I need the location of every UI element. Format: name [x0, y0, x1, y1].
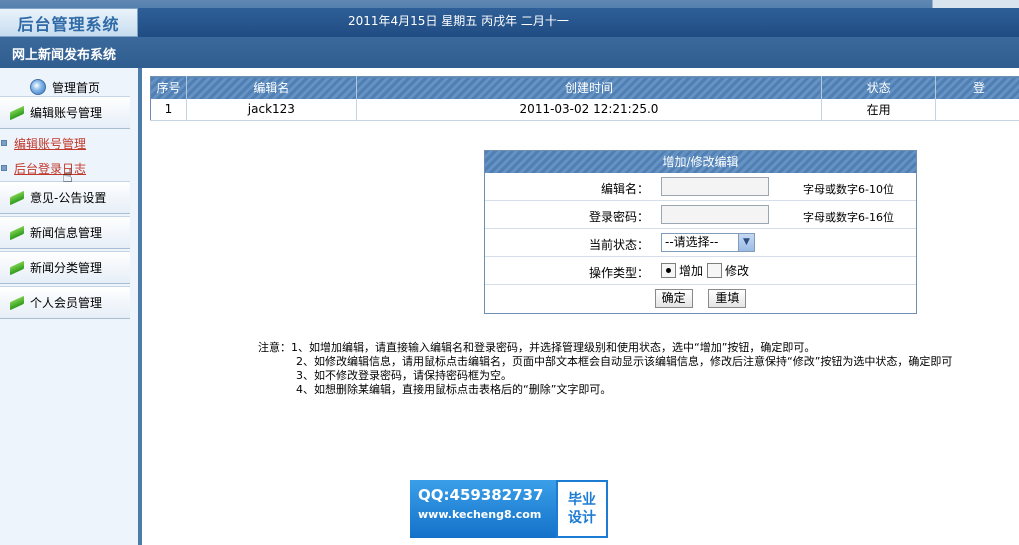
sidebar-item-editor-accounts[interactable]: 编辑账号管理 [0, 96, 130, 129]
sidebar-home-label: 管理首页 [51, 80, 100, 95]
sidebar-subitem-label[interactable]: 编辑账号管理 [14, 135, 86, 152]
sidebar-home[interactable]: 管理首页 [0, 76, 130, 98]
watermark-label-bottom: 设计 [568, 510, 596, 526]
col-header-created-time: 创建时间 [356, 76, 823, 99]
form-row-editor-name: 编辑名： 字母或数字6-10位 [485, 173, 916, 201]
green-arrow-icon [10, 297, 28, 309]
radio-add-label: 增加 [679, 264, 704, 278]
col-header-index: 序号 [150, 76, 187, 99]
confirm-button[interactable]: 确定 [654, 289, 693, 308]
hand-cursor-icon: ☝ [62, 166, 73, 187]
editor-form: 增加/修改编辑 编辑名： 字母或数字6-10位 登录密码： 字母或数字6-16位… [484, 150, 917, 314]
status-select[interactable]: --请选择-- ▼ [661, 233, 755, 252]
main-content: 序号 编辑名 创建时间 状态 登 1 jack123 2011-03-02 12… [146, 68, 1019, 545]
date-strip [128, 8, 1019, 37]
green-arrow-icon [10, 227, 28, 239]
sidebar: 管理首页 编辑账号管理 编辑账号管理 后台登录日志 意见-公告设置 新闻信息管理… [0, 68, 142, 545]
cell-created-time: 2011-03-02 12:21:25.0 [356, 98, 823, 121]
status-select-value: --请选择-- [665, 235, 719, 249]
table-row: 1 jack123 2011-03-02 12:21:25.0 在用 [150, 98, 1019, 121]
form-buttons: 确定 重填 [485, 285, 916, 313]
form-row-operation: 操作类型： 增加 修改 [485, 257, 916, 285]
password-input[interactable] [661, 205, 769, 224]
watermark-label: 毕业 设计 [556, 480, 608, 538]
editor-table: 序号 编辑名 创建时间 状态 登 1 jack123 2011-03-02 12… [150, 76, 1019, 121]
radio-modify[interactable] [707, 263, 723, 278]
radio-modify-label: 修改 [725, 264, 750, 278]
sidebar-item-members[interactable]: 个人会员管理 [0, 286, 130, 319]
bullet-icon [1, 165, 7, 171]
note-line: 2、如修改编辑信息，请用鼠标点击编辑名，页面中部文本框会自动显示该编辑信息，修改… [296, 355, 953, 368]
green-arrow-icon [10, 192, 28, 204]
operation-label: 操作类型： [588, 266, 649, 280]
radio-add[interactable] [661, 263, 676, 278]
operation-radio-group: 增加 修改 [661, 262, 753, 279]
note-line: 4、如想删除某编辑，直接用鼠标点击表格后的“删除”文字即可。 [296, 383, 612, 396]
app-title: 网上新闻发布系统 [12, 48, 117, 63]
header-date: 2011年4月15日 星期五 丙戌年 二月十一 [348, 14, 569, 28]
sidebar-item-label: 新闻信息管理 [30, 226, 103, 240]
editor-name-input[interactable] [661, 177, 769, 196]
sidebar-subitem-label[interactable]: 后台登录日志 [14, 160, 86, 177]
sidebar-item-label: 意见-公告设置 [30, 191, 107, 205]
form-row-password: 登录密码： 字母或数字6-16位 [485, 201, 916, 229]
sidebar-subitem-editor-accounts[interactable]: 编辑账号管理 [0, 134, 86, 152]
sidebar-item-news-info[interactable]: 新闻信息管理 [0, 216, 130, 249]
editor-name-label: 编辑名： [600, 182, 649, 196]
cell-editor-name[interactable]: jack123 [186, 98, 357, 121]
sidebar-subitem-login-log[interactable]: 后台登录日志 [0, 159, 86, 177]
form-title: 增加/修改编辑 [485, 151, 916, 173]
top-right-bar [932, 0, 1019, 8]
editor-name-hint: 字母或数字6-10位 [803, 183, 894, 196]
password-label: 登录密码： [588, 210, 649, 224]
sidebar-item-label: 新闻分类管理 [30, 261, 103, 275]
sidebar-item-label: 编辑账号管理 [30, 106, 103, 120]
chevron-down-icon[interactable]: ▼ [738, 234, 754, 251]
cell-login [935, 98, 1019, 121]
status-label: 当前状态： [588, 238, 649, 252]
green-arrow-icon [10, 107, 28, 119]
watermark-qq: QQ:459382737 [418, 486, 544, 504]
watermark-contact: QQ:459382737 www.kecheng8.com [410, 480, 556, 538]
sidebar-item-label: 个人会员管理 [30, 296, 103, 310]
watermark-label-top: 毕业 [568, 492, 596, 508]
reset-button[interactable]: 重填 [708, 289, 747, 308]
cell-index: 1 [150, 98, 187, 121]
form-row-status: 当前状态： --请选择-- ▼ [485, 229, 916, 257]
watermark-site: www.kecheng8.com [418, 508, 542, 521]
globe-icon [29, 79, 46, 95]
cell-status: 在用 [821, 98, 937, 121]
bullet-icon [1, 140, 7, 146]
instructions: 注意：1、如增加编辑，请直接输入编辑名和登录密码，并选择管理级别和使用状态，选中… [258, 341, 952, 397]
green-arrow-icon [10, 262, 28, 274]
sidebar-item-news-category[interactable]: 新闻分类管理 [0, 251, 130, 284]
note-line: 3、如不修改登录密码，请保持密码框为空。 [296, 369, 512, 382]
col-header-login: 登 [935, 76, 1019, 99]
top-header: 2011年4月15日 星期五 丙戌年 二月十一 后台管理系统 网上新闻发布系统 [0, 0, 1019, 68]
logo: 后台管理系统 [0, 8, 138, 37]
logo-text: 后台管理系统 [17, 14, 120, 34]
col-header-status: 状态 [821, 76, 937, 99]
note-line: 注意：1、如增加编辑，请直接输入编辑名和登录密码，并选择管理级别和使用状态，选中… [258, 341, 816, 354]
col-header-editor-name: 编辑名 [186, 76, 357, 99]
table-header-row: 序号 编辑名 创建时间 状态 登 [150, 76, 1019, 99]
password-hint: 字母或数字6-16位 [803, 211, 894, 224]
watermark-badge: QQ:459382737 www.kecheng8.com 毕业 设计 [410, 480, 608, 538]
